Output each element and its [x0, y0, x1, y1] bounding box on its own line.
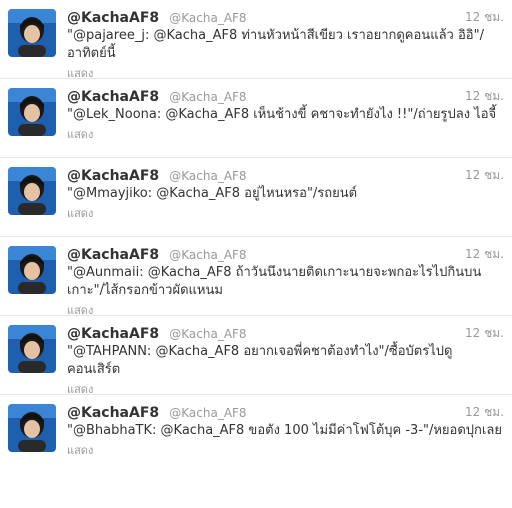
tweet-header: @KachaAF8 @Kacha_AF8 12 ชม.	[67, 402, 504, 422]
tweet-text-block: "@TAHPANN: @Kacha_AF8 อยากเจอพี่คชาต้องท…	[67, 343, 503, 399]
tweet-item[interactable]: @KachaAF8 @Kacha_AF8 12 ชม. "@TAHPANN: @…	[0, 316, 512, 396]
tweet-item[interactable]: @KachaAF8 @Kacha_AF8 12 ชม. "@pajaree_j:…	[0, 0, 512, 80]
tweet-item[interactable]: @KachaAF8 @Kacha_AF8 12 ชม. "@BhabhaTK: …	[0, 395, 512, 474]
tweet-username[interactable]: @Kacha_AF8	[169, 11, 246, 25]
tweet-text: "@Aunmaii: @Kacha_AF8 ถ้าวันนึงนายติดเกา…	[67, 265, 482, 298]
tweet-text-block: "@Lek_Noona: @Kacha_AF8 เห็นช้างขี้ คชาจ…	[67, 106, 503, 144]
tweet-text: "@TAHPANN: @Kacha_AF8 อยากเจอพี่คชาต้องท…	[67, 344, 453, 377]
tweet-username[interactable]: @Kacha_AF8	[169, 327, 246, 341]
tweet-fullname[interactable]: @KachaAF8	[67, 10, 159, 26]
tweet-header: @KachaAF8 @Kacha_AF8 12 ชม.	[67, 244, 504, 264]
tweet-text: "@BhabhaTK: @Kacha_AF8 ขอตัง 100 ไม่มีค่…	[67, 423, 502, 438]
tweet-timestamp[interactable]: 12 ชม.	[465, 403, 504, 422]
tweet-header: @KachaAF8 @Kacha_AF8 12 ชม.	[67, 323, 504, 343]
avatar[interactable]	[8, 9, 56, 57]
avatar[interactable]	[8, 167, 56, 215]
tweet-header: @KachaAF8 @Kacha_AF8 12 ชม.	[67, 165, 504, 185]
tweet-header: @KachaAF8 @Kacha_AF8 12 ชม.	[67, 86, 504, 106]
tweet-timestamp[interactable]: 12 ชม.	[465, 87, 504, 106]
expand-link[interactable]: แสดง	[67, 205, 503, 223]
tweet-timestamp[interactable]: 12 ชม.	[465, 245, 504, 264]
avatar[interactable]	[8, 325, 56, 373]
tweet-text: "@Lek_Noona: @Kacha_AF8 เห็นช้างขี้ คชาจ…	[67, 107, 497, 122]
tweet-timestamp[interactable]: 12 ชม.	[465, 8, 504, 27]
tweet-text-block: "@Aunmaii: @Kacha_AF8 ถ้าวันนึงนายติดเกา…	[67, 264, 503, 320]
tweet-timestamp[interactable]: 12 ชม.	[465, 166, 504, 185]
avatar[interactable]	[8, 246, 56, 294]
tweet-text-block: "@Mmayjiko: @Kacha_AF8 อยู่ไหนหรอ"/รถยนต…	[67, 185, 503, 223]
tweet-fullname[interactable]: @KachaAF8	[67, 326, 159, 342]
tweet-username[interactable]: @Kacha_AF8	[169, 169, 246, 183]
tweet-timestamp[interactable]: 12 ชม.	[465, 324, 504, 343]
tweet-username[interactable]: @Kacha_AF8	[169, 406, 246, 420]
tweet-username[interactable]: @Kacha_AF8	[169, 248, 246, 262]
avatar[interactable]	[8, 404, 56, 452]
tweet-timeline: @KachaAF8 @Kacha_AF8 12 ชม. "@pajaree_j:…	[0, 0, 512, 508]
tweet-text-block: "@pajaree_j: @Kacha_AF8 ท่านหัวหน้าสีเขี…	[67, 27, 503, 83]
tweet-username[interactable]: @Kacha_AF8	[169, 90, 246, 104]
expand-link[interactable]: แสดง	[67, 126, 503, 144]
tweet-text: "@Mmayjiko: @Kacha_AF8 อยู่ไหนหรอ"/รถยนต…	[67, 186, 358, 201]
tweet-text-block: "@BhabhaTK: @Kacha_AF8 ขอตัง 100 ไม่มีค่…	[67, 422, 503, 460]
tweet-item[interactable]: @KachaAF8 @Kacha_AF8 12 ชม. "@Lek_Noona:…	[0, 79, 512, 158]
tweet-fullname[interactable]: @KachaAF8	[67, 89, 159, 105]
tweet-item[interactable]: @KachaAF8 @Kacha_AF8 12 ชม. "@Aunmaii: @…	[0, 237, 512, 317]
tweet-fullname[interactable]: @KachaAF8	[67, 168, 159, 184]
tweet-fullname[interactable]: @KachaAF8	[67, 405, 159, 421]
tweet-text: "@pajaree_j: @Kacha_AF8 ท่านหัวหน้าสีเขี…	[67, 28, 484, 61]
tweet-header: @KachaAF8 @Kacha_AF8 12 ชม.	[67, 7, 504, 27]
tweet-item[interactable]: @KachaAF8 @Kacha_AF8 12 ชม. "@Mmayjiko: …	[0, 158, 512, 237]
expand-link[interactable]: แสดง	[67, 442, 503, 460]
tweet-fullname[interactable]: @KachaAF8	[67, 247, 159, 263]
avatar[interactable]	[8, 88, 56, 136]
